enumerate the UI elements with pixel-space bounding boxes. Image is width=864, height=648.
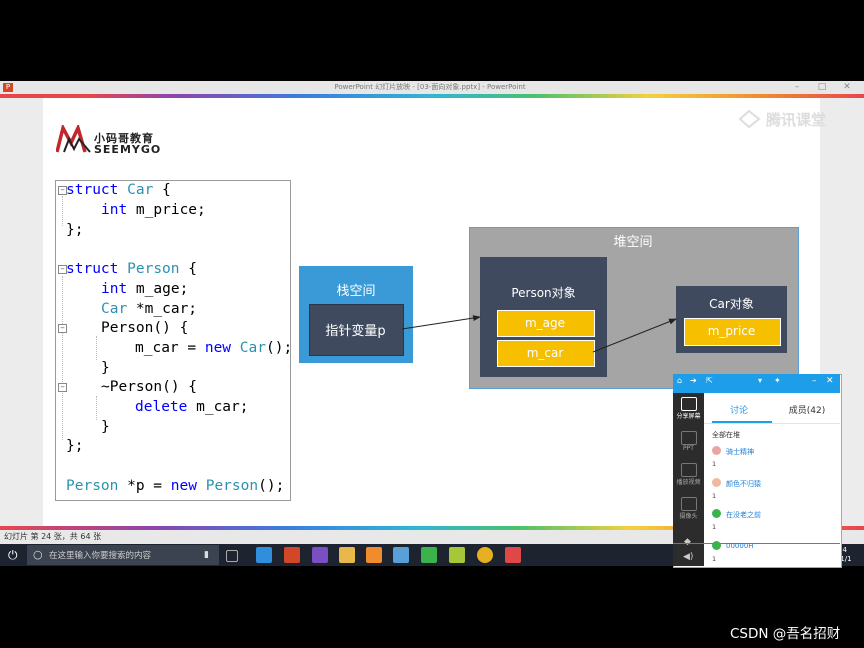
code-line: m_car = new Car(); [135,340,293,356]
share-icon[interactable]: ⇱ [706,376,713,385]
avatar [712,446,721,455]
restore-icon[interactable]: □ [815,81,829,94]
m-age-field-label: m_age [524,316,566,330]
chat-user-name[interactable]: 00000H [726,542,754,550]
tab-divider [704,423,840,424]
file-explorer-taskbar-icon[interactable] [339,547,355,563]
indent-guide [96,396,97,420]
presenter-left-margin [0,98,43,526]
code-line: ~Person() { [101,379,198,395]
ppt-label[interactable]: PPT [673,445,704,452]
code-line: struct Car { [66,182,171,198]
chevron-down-icon[interactable]: ▾ [758,376,762,385]
share-screen-icon[interactable] [681,397,697,411]
code-line: Person *p = new Person(); [66,478,285,494]
selection-border [673,543,840,544]
chat-message: 1 [712,555,717,563]
code-line: int m_price; [101,202,206,218]
arrow-right-icon[interactable]: ➔ [690,376,697,385]
code-line: }; [66,222,84,238]
m-car-field-label: m_car [526,346,564,360]
logo-en-text: SEEMYGO [94,143,162,156]
pin-icon[interactable]: ✦ [774,376,781,385]
microphone-icon[interactable]: ▮ [204,548,214,562]
tab-members[interactable]: 成员(42) [774,403,840,416]
close-icon[interactable]: ✕ [840,81,854,94]
chat-filter-label: 全部在堆 [712,431,740,439]
code-line: } [101,360,110,376]
taskbar-app-icon[interactable] [449,547,465,563]
tencent-classroom-watermark: 腾讯课堂 [766,111,827,129]
code-line: Person() { [101,320,189,336]
taskbar-app-icon[interactable] [256,547,272,563]
play-video-label[interactable]: 播放视频 [673,477,704,486]
stack-space-title: 栈空间 [336,284,376,299]
indent-guide [62,276,63,440]
share-screen-label[interactable]: 分享屏幕 [673,411,704,420]
ppt-icon[interactable] [681,431,697,445]
car-object-title: Car对象 [709,297,754,311]
minimize-icon[interactable]: – [812,376,817,386]
minimize-icon[interactable]: – [790,81,804,94]
person-object-title: Person对象 [511,286,576,300]
chat-message: 1 [712,492,717,500]
chat-message: 1 [712,460,717,468]
code-line: } [101,419,110,435]
expand-icon[interactable]: ◆ [684,537,691,547]
indent-guide [96,336,97,360]
play-video-icon[interactable] [681,463,697,477]
chrome-taskbar-icon[interactable] [477,547,493,563]
camera-icon[interactable] [681,497,697,511]
chat-user-name[interactable]: 骑士精神 [726,447,754,457]
pointer-variable-label: 指针变量p [325,324,386,339]
tencent-classroom-taskbar-icon[interactable] [393,547,409,563]
code-line: delete m_car; [135,399,249,415]
avatar [712,509,721,518]
code-line: struct Person { [66,261,197,277]
window-title: PowerPoint 幻灯片放映 - [03-面向对象.pptx] - Powe… [334,83,526,91]
code-line: int m_age; [101,281,189,297]
speaker-icon[interactable]: ◀) [683,552,693,562]
camera-label[interactable]: 摄像头 [673,511,704,520]
fold-marker[interactable]: − [58,383,67,392]
code-line: }; [66,438,84,454]
close-icon[interactable]: ✕ [826,376,834,386]
taskbar-search-placeholder[interactable]: 在这里输入你要搜索的内容 [49,549,151,561]
code-line: Car *m_car; [101,301,198,317]
chat-user-name[interactable]: 在没老之前 [726,510,761,520]
powerpoint-app-icon: P [3,83,13,92]
avatar [712,478,721,487]
search-icon: ○ [33,548,43,561]
m-price-field-label: m_price [707,324,756,338]
start-menu-icon[interactable]: ⏻ [8,548,22,562]
powerpoint-taskbar-icon[interactable] [284,547,300,563]
heap-space-title: 堆空间 [613,235,653,250]
chat-message: 1 [712,523,717,531]
chat-user-name[interactable]: 颜色不归猿 [726,479,761,489]
tab-discussion[interactable]: 讨论 [704,403,774,416]
task-view-icon[interactable] [226,550,238,562]
clion-taskbar-icon[interactable] [421,547,437,563]
seemygo-logo-icon [56,125,91,153]
sublime-taskbar-icon[interactable] [366,547,382,563]
home-icon[interactable]: ⌂ [677,376,682,385]
visual-studio-taskbar-icon[interactable] [312,547,328,563]
indent-guide [62,196,63,226]
csdn-watermark: CSDN @吾名招财 [730,626,841,642]
fold-marker[interactable]: − [58,324,67,333]
taskbar-app-icon[interactable] [505,547,521,563]
slide-counter: 幻灯片 第 24 张，共 64 张 [4,532,102,541]
avatar [712,541,721,550]
